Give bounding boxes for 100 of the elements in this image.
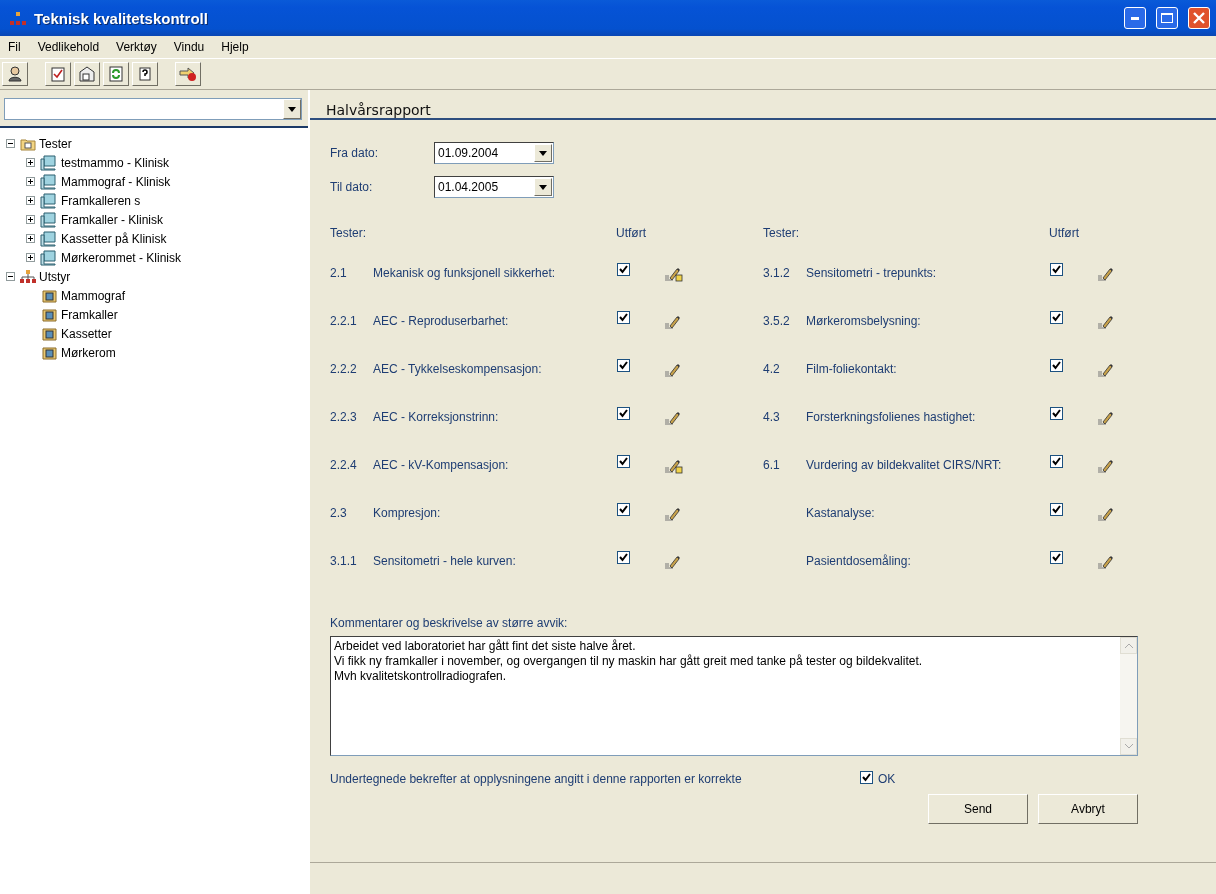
pencil-icon[interactable] [665, 506, 683, 522]
test-name: AEC - kV-Kompensasjon: [373, 458, 510, 472]
collapse-toggle[interactable] [6, 139, 15, 148]
close-button[interactable] [1188, 7, 1210, 29]
test-number: 4.3 [763, 410, 781, 424]
expand-toggle[interactable] [26, 196, 35, 205]
checkbox[interactable] [617, 551, 630, 564]
checkbox[interactable] [1050, 407, 1063, 420]
checkbox[interactable] [617, 503, 630, 516]
comment-field[interactable]: Arbeidet ved laboratoriet har gått fint det siste halve året. Vi fikk ny framkaller i november, og overgangen til ny maskin har gått greit med tanke på tester og bildekvalitet. Mvh kvalitetskontrollradiografen. [330, 636, 1138, 756]
tree-item[interactable]: Mørkerom [61, 345, 116, 360]
column-header: Tester: [763, 226, 800, 242]
tree-item[interactable]: testmammo - Klinisk [61, 155, 170, 170]
person-icon [7, 66, 23, 82]
confirm-text: Undertegnede bekrefter at opplysningene angitt i denne rapporten er korrekte [330, 772, 743, 786]
expand-toggle[interactable] [26, 158, 35, 167]
test-name: Sensitometri - trepunkts: [806, 266, 938, 280]
toolbar-button[interactable] [74, 62, 100, 86]
checkbox[interactable] [1050, 311, 1063, 324]
pencil-icon[interactable] [1098, 554, 1116, 570]
date-field[interactable]: 01.04.2005 [434, 176, 554, 198]
menu-item[interactable]: Fil [4, 40, 34, 54]
dropdown-arrow-icon [539, 184, 547, 190]
expand-toggle[interactable] [26, 177, 35, 186]
checkbox[interactable] [617, 263, 630, 276]
test-number: 2.2.2 [330, 362, 358, 376]
pencil-icon[interactable] [1098, 410, 1116, 426]
expand-toggle[interactable] [26, 215, 35, 224]
dialog-button[interactable]: Avbryt [1038, 794, 1138, 824]
menu-item[interactable]: Verktøy [112, 40, 170, 54]
test-number: 2.3 [330, 506, 348, 520]
dropdown-field[interactable] [4, 98, 302, 120]
tree-item[interactable]: Kassetter [61, 326, 112, 341]
checkbox[interactable] [1050, 503, 1063, 516]
pencil-icon[interactable] [665, 554, 683, 570]
field-label: Kommentarer og beskrivelse av større avvik: [330, 616, 569, 630]
checkbox[interactable] [1050, 359, 1063, 372]
computer-icon [40, 211, 58, 228]
tree-item[interactable]: Kassetter på Klinisk [61, 231, 167, 246]
test-name: Mørkeromsbelysning: [806, 314, 922, 328]
dialog-button[interactable]: Send [928, 794, 1028, 824]
toolbar-button[interactable] [2, 62, 28, 86]
menu-item[interactable]: Hjelp [217, 40, 262, 54]
toolbar-button[interactable] [45, 62, 71, 86]
tree-item[interactable]: Mørkerommet - Klinisk [61, 250, 181, 265]
pencil-icon[interactable] [1098, 314, 1116, 330]
computer-icon [40, 230, 58, 247]
expand-toggle[interactable] [26, 234, 35, 243]
test-number: 3.5.2 [763, 314, 791, 328]
minus-icon [7, 140, 14, 147]
checkbox[interactable] [1050, 263, 1063, 276]
toolbar-button[interactable] [132, 62, 158, 86]
folder-icon [42, 288, 58, 303]
expand-toggle[interactable] [26, 253, 35, 262]
checkbox[interactable] [1050, 455, 1063, 468]
minimize-button[interactable] [1124, 7, 1146, 29]
pencil-icon[interactable] [665, 410, 683, 426]
maximize-button[interactable] [1156, 7, 1178, 29]
checkbox[interactable] [617, 407, 630, 420]
scroll-up-icon [1124, 643, 1133, 648]
pencil-icon[interactable] [1098, 458, 1116, 474]
scrollbar[interactable] [1120, 637, 1137, 755]
field-label: Til dato: [330, 180, 374, 194]
minimize-icon [1131, 16, 1139, 20]
test-name: Film-foliekontakt: [806, 362, 898, 376]
column-header: Utført [1049, 226, 1080, 242]
date-field[interactable]: 01.09.2004 [434, 142, 554, 164]
dropdown-arrow-icon [288, 106, 296, 112]
menu-item[interactable]: Vindu [169, 40, 218, 54]
scroll-down-icon [1124, 744, 1133, 749]
checkbox[interactable] [1050, 551, 1063, 564]
test-number: 3.1.1 [330, 554, 358, 568]
toolbar-button[interactable] [175, 62, 201, 86]
tree-item[interactable]: Framkaller - Klinisk [61, 212, 163, 227]
collapse-toggle[interactable] [6, 272, 15, 281]
pencil-lock-icon[interactable] [665, 266, 683, 282]
checkbox[interactable] [860, 771, 873, 784]
pencil-lock-icon[interactable] [665, 458, 683, 474]
test-name: AEC - Korreksjonstrinn: [373, 410, 500, 424]
help-icon [137, 66, 153, 82]
checkbox[interactable] [617, 311, 630, 324]
test-name: Kompresjon: [373, 506, 442, 520]
tree-item[interactable]: Tester [39, 136, 72, 151]
checkbox[interactable] [617, 359, 630, 372]
menu-item[interactable]: Vedlikehold [33, 40, 113, 54]
checkbox[interactable] [617, 455, 630, 468]
pencil-icon[interactable] [1098, 362, 1116, 378]
tree-item[interactable]: Utstyr [39, 269, 71, 284]
tree-item[interactable]: Mammograf [61, 288, 125, 303]
test-number: 3.1.2 [763, 266, 791, 280]
pencil-icon[interactable] [665, 314, 683, 330]
pencil-icon[interactable] [1098, 506, 1116, 522]
plus-icon [27, 235, 34, 242]
tree-item[interactable]: Framkaller [61, 307, 118, 322]
checkbox-label: OK [878, 772, 896, 786]
pencil-icon[interactable] [665, 362, 683, 378]
pencil-icon[interactable] [1098, 266, 1116, 282]
tree-item[interactable]: Mammograf - Klinisk [61, 174, 171, 189]
toolbar-button[interactable] [103, 62, 129, 86]
tree-item[interactable]: Framkalleren s [61, 193, 141, 208]
